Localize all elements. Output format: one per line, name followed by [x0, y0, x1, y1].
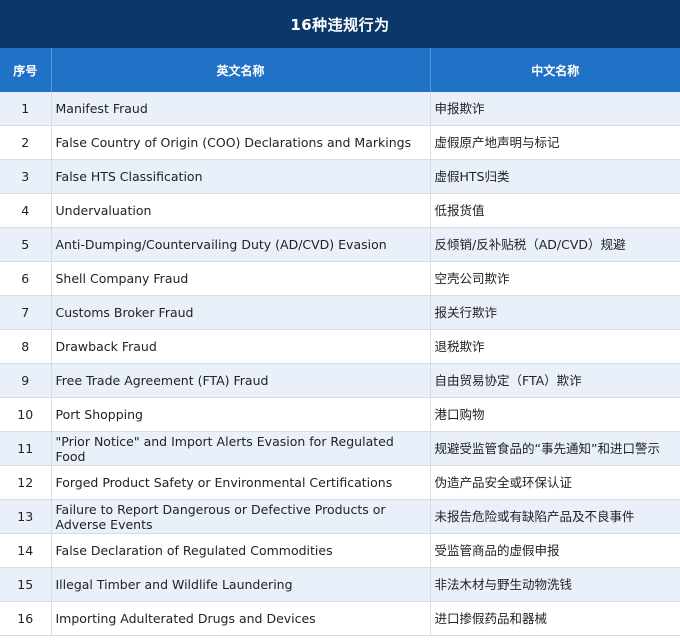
row-index-cell: 6: [0, 261, 52, 296]
row-chinese-name-cell: 未报告危险或有缺陷产品及不良事件: [430, 499, 680, 534]
row-chinese-name-cell: 申报欺诈: [430, 92, 680, 126]
row-index-cell: 8: [0, 329, 52, 364]
table-body: 1 Manifest Fraud 申报欺诈 2 False Country of Ori…: [0, 92, 680, 636]
row-index-cell: 2: [0, 125, 52, 160]
row-index-cell: 16: [0, 601, 52, 636]
row-english-name-cell: Customs Broker Fraud: [51, 295, 431, 330]
table-row: 9 Free Trade Agreement (FTA) Fraud 自由贸易协定（…: [0, 363, 680, 398]
row-english-name-cell: Manifest Fraud: [51, 92, 431, 126]
row-index-cell: 15: [0, 567, 52, 602]
table-header-row: 序号 英文名称 中文名称: [0, 48, 680, 92]
row-index-cell: 10: [0, 397, 52, 432]
row-index-cell: 9: [0, 363, 52, 398]
table-row: 13 Failure to Report Dangerous or Defecti…: [0, 499, 680, 534]
row-chinese-name-cell: 进口掺假药品和器械: [430, 601, 680, 636]
row-index-cell: 3: [0, 159, 52, 194]
row-chinese-name-cell: 退税欺诈: [430, 329, 680, 364]
row-english-name-cell: False Declaration of Regulated Commoditi…: [51, 533, 431, 568]
row-english-name-cell: Shell Company Fraud: [51, 261, 431, 296]
table-row: 7 Customs Broker Fraud 报关行欺诈: [0, 295, 680, 330]
violations-table-page: 16种违规行为 序号 英文名称 中文名称 1 Manifest Fraud 申报欺诈…: [0, 0, 680, 640]
violations-table: 序号 英文名称 中文名称 1 Manifest Fraud 申报欺诈 2 False C…: [0, 48, 680, 636]
table-row: 3 False HTS Classification 虚假HTS归类: [0, 159, 680, 194]
table-row: 8 Drawback Fraud 退税欺诈: [0, 329, 680, 364]
row-chinese-name-cell: 虚假原产地声明与标记: [430, 125, 680, 160]
row-english-name-cell: Anti-Dumping/Countervailing Duty (AD/CVD…: [51, 227, 431, 262]
row-index-cell: 1: [0, 92, 52, 126]
row-chinese-name-cell: 反倾销/反补贴税（AD/CVD）规避: [430, 227, 680, 262]
table-row: 4 Undervaluation 低报货值: [0, 193, 680, 228]
row-chinese-name-cell: 报关行欺诈: [430, 295, 680, 330]
row-english-name-cell: Illegal Timber and Wildlife Laundering: [51, 567, 431, 602]
header-index: 序号: [0, 48, 52, 92]
row-index-cell: 4: [0, 193, 52, 228]
table-row: 6 Shell Company Fraud 空壳公司欺诈: [0, 261, 680, 296]
table-row: 11 "Prior Notice" and Import Alerts Evasi…: [0, 431, 680, 466]
row-chinese-name-cell: 港口购物: [430, 397, 680, 432]
header-chinese-name: 中文名称: [430, 48, 680, 92]
row-index-cell: 7: [0, 295, 52, 330]
row-chinese-name-cell: 规避受监管食品的“事先通知”和进口警示: [430, 431, 680, 466]
row-index-cell: 12: [0, 465, 52, 500]
row-index-cell: 14: [0, 533, 52, 568]
row-english-name-cell: Undervaluation: [51, 193, 431, 228]
row-english-name-cell: False HTS Classification: [51, 159, 431, 194]
table-row: 12 Forged Product Safety or Environmental…: [0, 465, 680, 500]
row-chinese-name-cell: 伪造产品安全或环保认证: [430, 465, 680, 500]
row-chinese-name-cell: 受监管商品的虚假申报: [430, 533, 680, 568]
row-english-name-cell: Failure to Report Dangerous or Defective…: [51, 499, 431, 534]
table-row: 15 Illegal Timber and Wildlife Laundering…: [0, 567, 680, 602]
row-english-name-cell: False Country of Origin (COO) Declaratio…: [51, 125, 431, 160]
row-index-cell: 13: [0, 499, 52, 534]
row-english-name-cell: Drawback Fraud: [51, 329, 431, 364]
row-english-name-cell: Free Trade Agreement (FTA) Fraud: [51, 363, 431, 398]
table-row: 10 Port Shopping 港口购物: [0, 397, 680, 432]
row-chinese-name-cell: 自由贸易协定（FTA）欺诈: [430, 363, 680, 398]
row-english-name-cell: "Prior Notice" and Import Alerts Evasion…: [51, 431, 431, 466]
table-row: 2 False Country of Origin (COO) Declarati…: [0, 125, 680, 160]
row-english-name-cell: Port Shopping: [51, 397, 431, 432]
table-row: 16 Importing Adulterated Drugs and Device…: [0, 601, 680, 636]
row-english-name-cell: Forged Product Safety or Environmental C…: [51, 465, 431, 500]
row-chinese-name-cell: 非法木材与野生动物洗钱: [430, 567, 680, 602]
table-row: 14 False Declaration of Regulated Commodi…: [0, 533, 680, 568]
row-english-name-cell: Importing Adulterated Drugs and Devices: [51, 601, 431, 636]
row-chinese-name-cell: 空壳公司欺诈: [430, 261, 680, 296]
row-index-cell: 5: [0, 227, 52, 262]
row-index-cell: 11: [0, 431, 52, 466]
table-row: 5 Anti-Dumping/Countervailing Duty (AD/CV…: [0, 227, 680, 262]
table-row: 1 Manifest Fraud 申报欺诈: [0, 92, 680, 126]
header-english-name: 英文名称: [51, 48, 431, 92]
row-chinese-name-cell: 低报货值: [430, 193, 680, 228]
row-chinese-name-cell: 虚假HTS归类: [430, 159, 680, 194]
table-title: 16种违规行为: [0, 0, 680, 48]
